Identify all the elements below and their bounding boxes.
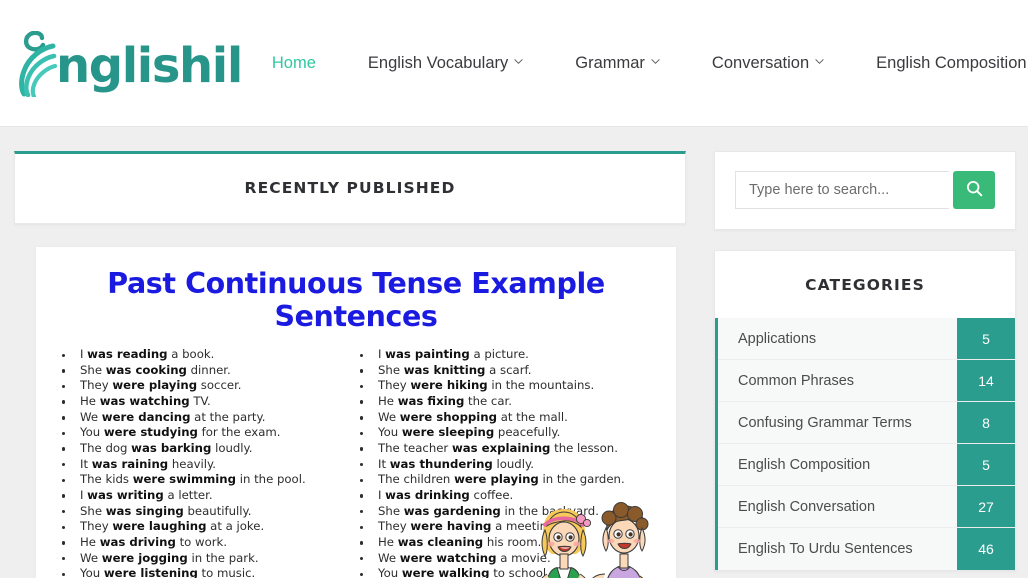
categories-list: Applications 5 Common Phrases 14 Confusing G… <box>715 318 1015 570</box>
sentence-item: She was singing beautifully. <box>58 504 356 520</box>
search-icon <box>966 180 983 200</box>
category-count-badge: 5 <box>982 330 990 347</box>
sentence-item: I was painting a picture. <box>356 347 654 363</box>
chevron-down-icon <box>651 57 660 66</box>
category-label: English Composition <box>738 456 871 473</box>
two-cartoon-children-illustration <box>516 494 672 578</box>
nav-item-label: English Vocabulary <box>367 54 509 72</box>
search-input[interactable] <box>735 171 949 209</box>
site-logo[interactable]: nglishil <box>12 29 243 99</box>
category-label: English Conversation <box>738 498 876 515</box>
nav-item-english-vocabulary[interactable]: English Vocabulary <box>342 54 549 73</box>
sentence-item: He was watching TV. <box>58 394 356 410</box>
nav-item-english-composition[interactable]: English Composition <box>850 54 1028 73</box>
main-navigation: Home English Vocabulary Grammar Conversa… <box>250 54 1028 73</box>
sentence-item: They were hiking in the mountains. <box>356 378 654 394</box>
sentence-item: She was cooking dinner. <box>58 363 356 379</box>
sentence-item: They were laughing at a joke. <box>58 519 356 535</box>
category-count-badge: 5 <box>982 456 990 473</box>
featured-image: Past Continuous Tense Example Sentences … <box>36 247 676 578</box>
chevron-down-icon <box>815 57 824 66</box>
sentence-item: We were shopping at the mall. <box>356 410 654 426</box>
sentence-item: We were jogging in the park. <box>58 551 356 567</box>
nav-item-label: Home <box>271 54 316 72</box>
nav-item-home[interactable]: Home <box>250 54 342 73</box>
sentence-item: You were sleeping peacefully. <box>356 425 654 441</box>
page-title: RECENTLY PUBLISHED <box>244 179 456 197</box>
categories-heading: CATEGORIES <box>715 251 1015 318</box>
sentence-item: The children were playing in the garden. <box>356 472 654 488</box>
post-card[interactable]: Past Continuous Tense Example Sentences … <box>35 246 677 578</box>
category-label: Applications <box>738 330 817 347</box>
sentence-item: It was thundering loudly. <box>356 457 654 473</box>
nav-item-conversation[interactable]: Conversation <box>686 54 850 73</box>
sentence-item: You were listening to music. <box>58 566 356 578</box>
logo-e-swoosh-icon <box>12 30 58 99</box>
featured-image-title: Past Continuous Tense Example Sentences <box>107 267 605 333</box>
category-row[interactable]: Applications 5 <box>718 318 1015 360</box>
sentences-left-column: I was reading a book. She was cooking din… <box>58 347 356 578</box>
sentence-item: The dog was barking loudly. <box>58 441 356 457</box>
category-row[interactable]: English Composition 5 <box>718 444 1015 486</box>
sentence-item: It was raining heavily. <box>58 457 356 473</box>
sentence-item: You were studying for the exam. <box>58 425 356 441</box>
search-submit-button[interactable] <box>953 171 995 209</box>
chevron-down-icon <box>514 57 523 66</box>
category-label: Confusing Grammar Terms <box>738 414 912 431</box>
site-header: nglishil Home English Vocabulary Grammar… <box>0 0 1028 127</box>
category-row[interactable]: English Conversation 27 <box>718 486 1015 528</box>
nav-item-label: Grammar <box>575 54 645 72</box>
sentence-item: I was writing a letter. <box>58 488 356 504</box>
logo-wordmark: nglishil <box>56 37 243 94</box>
nav-item-grammar[interactable]: Grammar <box>549 54 686 73</box>
category-count-badge: 27 <box>978 498 994 515</box>
recently-published-panel: RECENTLY PUBLISHED <box>14 151 686 224</box>
sentence-item: I was reading a book. <box>58 347 356 363</box>
category-count-badge: 8 <box>982 414 990 431</box>
category-row[interactable]: English To Urdu Sentences 46 <box>718 528 1015 570</box>
categories-widget: CATEGORIES Applications 5 Common Phrases 14… <box>714 250 1016 571</box>
search-widget <box>714 151 1016 230</box>
sentence-item: The teacher was explaining the lesson. <box>356 441 654 457</box>
sentence-item: He was fixing the car. <box>356 394 654 410</box>
nav-item-label: English Composition <box>876 54 1027 72</box>
category-label: Common Phrases <box>738 372 855 389</box>
category-count-badge: 46 <box>978 541 994 557</box>
sentence-item: We were dancing at the party. <box>58 410 356 426</box>
sentence-item: He was driving to work. <box>58 535 356 551</box>
nav-item-label: Conversation <box>711 54 810 72</box>
category-count-badge: 14 <box>978 372 994 389</box>
sentence-item: They were playing soccer. <box>58 378 356 394</box>
sentence-item: The kids were swimming in the pool. <box>58 472 356 488</box>
category-row[interactable]: Confusing Grammar Terms 8 <box>718 402 1015 444</box>
page-content-wrapper: RECENTLY PUBLISHED Past Continuous Tense… <box>0 127 1028 578</box>
sidebar: CATEGORIES Applications 5 Common Phrases 14… <box>714 151 1016 571</box>
sentence-item: She was knitting a scarf. <box>356 363 654 379</box>
category-row[interactable]: Common Phrases 14 <box>718 360 1015 402</box>
category-label: English To Urdu Sentences <box>738 541 913 557</box>
main-content-column: RECENTLY PUBLISHED Past Continuous Tense… <box>14 151 686 578</box>
